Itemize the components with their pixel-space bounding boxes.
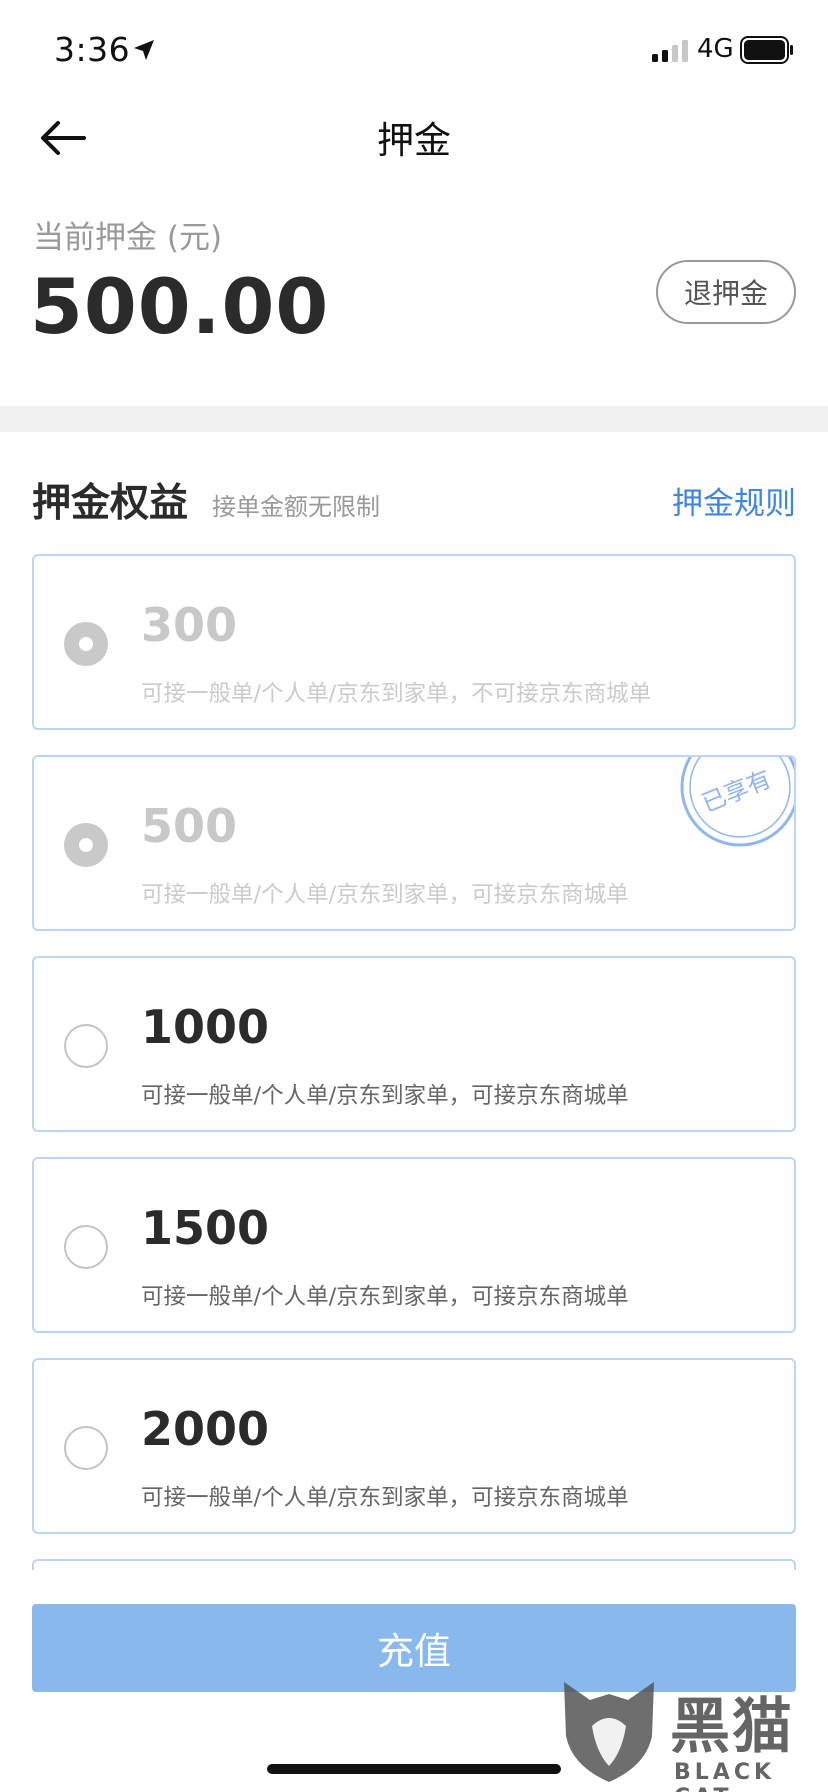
deposit-option-500[interactable]: 500 可接一般单/个人单/京东到家单，可接京东商城单 已享有 bbox=[32, 755, 796, 931]
page-title: 押金 bbox=[377, 119, 451, 162]
watermark-cn-text: 黑猫 bbox=[670, 1692, 794, 1762]
deposit-option-1000[interactable]: 1000 可接一般单/个人单/京东到家单，可接京东商城单 bbox=[32, 956, 796, 1132]
radio-unchecked-icon bbox=[64, 1024, 108, 1068]
benefits-title: 押金权益 bbox=[32, 481, 189, 526]
radio-unchecked-icon bbox=[64, 1426, 108, 1470]
option-amount: 1500 bbox=[141, 1201, 270, 1255]
deposit-options-list: 300 可接一般单/个人单/京东到家单，不可接京东商城单 500 可接一般单/个… bbox=[32, 554, 796, 1570]
owned-stamp-text: 已享有 bbox=[698, 765, 775, 818]
option-description: 可接一般单/个人单/京东到家单，可接京东商城单 bbox=[141, 1284, 629, 1310]
owned-stamp: 已享有 bbox=[680, 757, 794, 847]
option-description: 可接一般单/个人单/京东到家单，可接京东商城单 bbox=[141, 1485, 629, 1511]
section-divider bbox=[0, 406, 828, 432]
current-deposit-label: 当前押金 (元) bbox=[33, 220, 223, 256]
deposit-option-1500[interactable]: 1500 可接一般单/个人单/京东到家单，可接京东商城单 bbox=[32, 1157, 796, 1333]
network-type: 4G bbox=[697, 34, 734, 64]
refund-deposit-button[interactable]: 退押金 bbox=[656, 260, 796, 324]
status-bar: 3:36 4G bbox=[0, 0, 828, 100]
deposit-option-300[interactable]: 300 可接一般单/个人单/京东到家单，不可接京东商城单 bbox=[32, 554, 796, 730]
deposit-rules-link[interactable]: 押金规则 bbox=[672, 478, 796, 523]
deposit-option-2000[interactable]: 2000 可接一般单/个人单/京东到家单，可接京东商城单 bbox=[32, 1358, 796, 1534]
battery-icon bbox=[740, 36, 793, 64]
option-amount: 1000 bbox=[141, 1000, 270, 1054]
radio-disabled-icon bbox=[64, 823, 108, 867]
deposit-option-partial[interactable] bbox=[32, 1559, 796, 1570]
status-time: 3:36 bbox=[54, 30, 131, 69]
home-indicator bbox=[267, 1764, 561, 1774]
option-amount: 500 bbox=[141, 799, 238, 853]
option-description: 可接一般单/个人单/京东到家单，可接京东商城单 bbox=[141, 882, 629, 908]
option-description: 可接一般单/个人单/京东到家单，可接京东商城单 bbox=[141, 1083, 629, 1109]
option-amount: 300 bbox=[141, 598, 238, 652]
benefits-subtitle: 接单金额无限制 bbox=[212, 493, 380, 521]
location-arrow-icon bbox=[134, 40, 154, 60]
black-cat-watermark: 黑猫 BLACK CAT bbox=[556, 1672, 828, 1792]
option-amount: 2000 bbox=[141, 1402, 270, 1456]
cellular-signal-icon bbox=[652, 40, 688, 62]
watermark-en-text: BLACK CAT bbox=[674, 1760, 776, 1792]
nav-bar: 押金 bbox=[0, 100, 828, 200]
option-description: 可接一般单/个人单/京东到家单，不可接京东商城单 bbox=[141, 681, 652, 707]
radio-disabled-icon bbox=[64, 622, 108, 666]
current-deposit-amount: 500.00 bbox=[30, 262, 330, 351]
cat-shield-logo-icon bbox=[564, 1682, 654, 1782]
radio-unchecked-icon bbox=[64, 1225, 108, 1269]
